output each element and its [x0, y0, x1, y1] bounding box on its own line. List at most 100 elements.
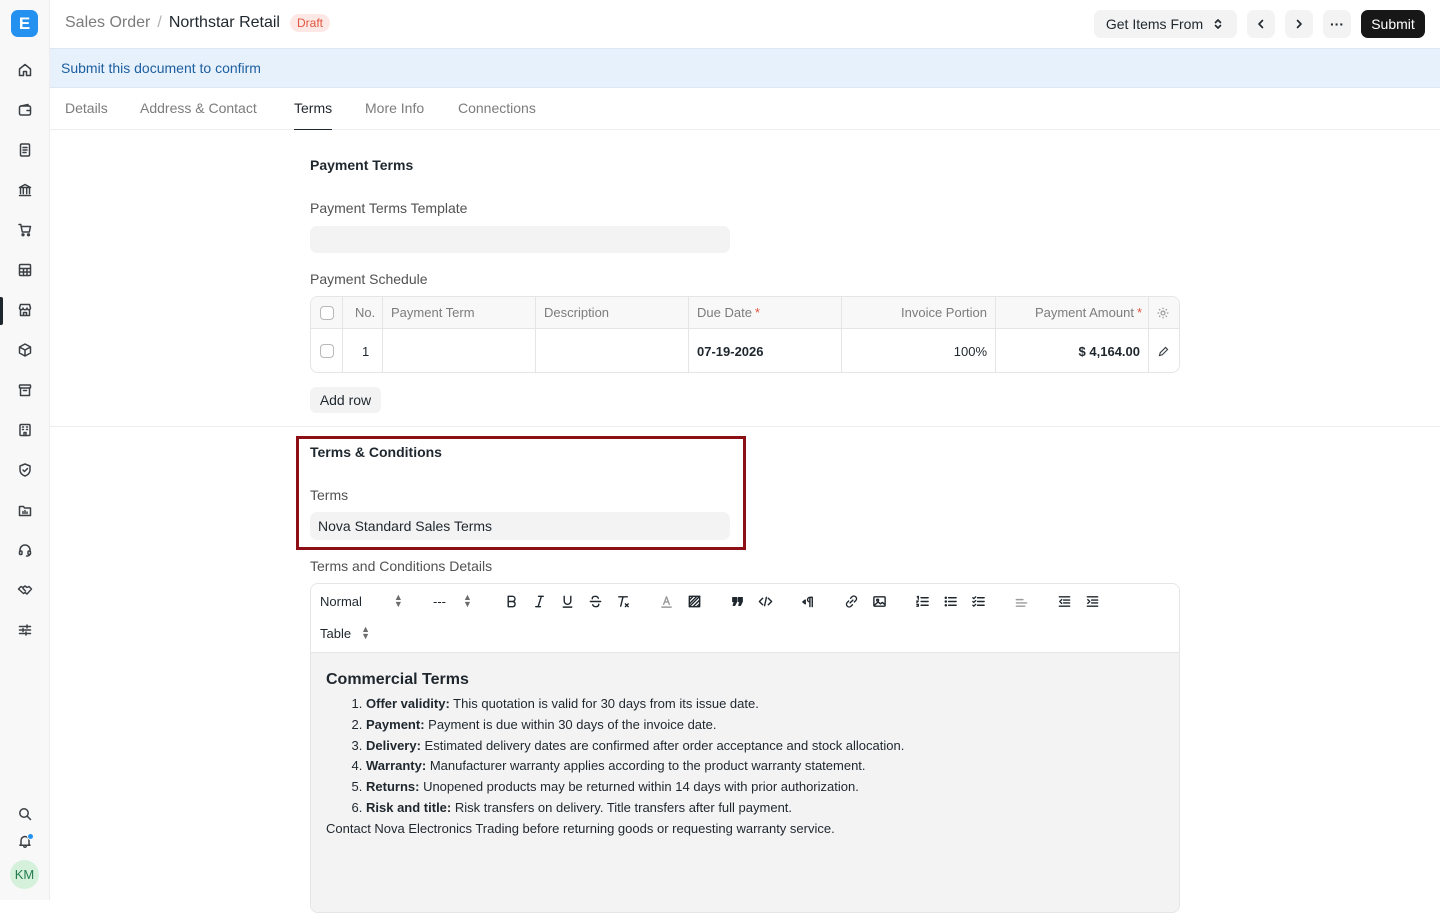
archive-icon[interactable] [12, 377, 38, 403]
more-actions-button[interactable]: ··· [1323, 10, 1351, 38]
strikethrough-icon[interactable] [586, 592, 604, 610]
home-icon[interactable] [12, 57, 38, 83]
tab-address-contact[interactable]: Address & Contact [140, 100, 257, 130]
notification-dot [27, 833, 34, 840]
form-tabs: Details Address & Contact Terms More Inf… [50, 88, 1440, 130]
bullet-list-icon[interactable] [941, 592, 959, 610]
payment-schedule-table: No. Payment Term Description Due Date * I… [310, 296, 1180, 373]
list-item: Offer validity: This quotation is valid … [366, 694, 1164, 715]
chevron-updown-icon: ▲ ▼ [393, 592, 403, 609]
submit-label: Submit [1371, 16, 1415, 32]
tab-details[interactable]: Details [65, 100, 108, 130]
breadcrumb-separator: / [157, 14, 162, 31]
payment-schedule-label: Payment Schedule [310, 271, 428, 287]
table-row[interactable]: 1 07-19-2026 100% $ 4,164.00 [311, 329, 1179, 372]
ordered-list-icon[interactable] [913, 592, 931, 610]
tab-terms[interactable]: Terms [294, 100, 333, 130]
chevron-updown-icon: ▲ ▼ [361, 624, 370, 641]
next-record-button[interactable] [1285, 10, 1313, 38]
text-color-icon[interactable] [657, 592, 675, 610]
bank-icon[interactable] [12, 177, 38, 203]
column-divider [535, 297, 536, 372]
add-row-button[interactable]: Add row [310, 387, 381, 413]
column-header-no: No. [355, 305, 376, 320]
paragraph-style-select[interactable]: Normal ▲ ▼ [320, 593, 403, 609]
list-item-text: This quotation is valid for 30 days from… [449, 696, 759, 711]
cell-invoice-portion[interactable]: 100% [844, 329, 987, 372]
sidebar-active-indicator [0, 297, 3, 325]
list-item-text: Estimated delivery dates are confirmed a… [420, 737, 905, 753]
blockquote-icon[interactable] [728, 592, 746, 610]
wallet-icon[interactable] [12, 97, 38, 123]
user-avatar[interactable]: KM [10, 860, 39, 889]
underline-icon[interactable] [558, 592, 576, 610]
store-icon[interactable] [12, 297, 38, 323]
code-icon[interactable] [756, 592, 774, 610]
payment-terms-section-title: Payment Terms [310, 157, 414, 173]
folder-chart-icon[interactable] [12, 497, 38, 523]
table-icon[interactable] [12, 257, 38, 283]
package-icon[interactable] [12, 337, 38, 363]
column-settings-icon[interactable] [1156, 297, 1170, 328]
breadcrumb: Sales Order / Northstar Retail Draft [65, 14, 330, 32]
sliders-icon[interactable] [12, 617, 38, 643]
cell-due-date[interactable]: 07-19-2026 [697, 329, 764, 372]
building-icon[interactable] [12, 417, 38, 443]
submit-button[interactable]: Submit [1361, 10, 1425, 38]
payment-terms-template-input[interactable] [310, 226, 730, 253]
list-item-term: Risk and title: [366, 799, 452, 815]
terms-conditions-section-title: Terms & Conditions [310, 444, 442, 460]
column-header-payment-term: Payment Term [391, 305, 475, 320]
section-divider [50, 426, 1440, 427]
search-icon[interactable] [12, 801, 38, 827]
terms-input[interactable]: Nova Standard Sales Terms [310, 512, 730, 540]
info-banner: Submit this document to confirm [50, 48, 1440, 88]
payment-amount-header-label: Payment Amount [1034, 305, 1134, 320]
link-icon[interactable] [842, 592, 860, 610]
align-icon[interactable] [1012, 592, 1030, 610]
edit-row-icon[interactable] [1157, 329, 1170, 372]
chevron-left-icon [1258, 19, 1264, 29]
column-divider [688, 297, 689, 372]
indent-icon[interactable] [1083, 592, 1101, 610]
font-size-select[interactable]: --- ▲ ▼ [433, 593, 472, 609]
handshake-icon[interactable] [12, 577, 38, 603]
table-menu[interactable]: Table ▲ ▼ [320, 625, 370, 641]
app-logo[interactable]: E [11, 10, 38, 37]
italic-icon[interactable] [530, 592, 548, 610]
outdent-icon[interactable] [1055, 592, 1073, 610]
cart-icon[interactable] [12, 217, 38, 243]
list-item-term: Warranty: [366, 758, 427, 774]
banner-text: Submit this document to confirm [61, 60, 261, 76]
column-divider [1148, 297, 1149, 372]
cell-payment-amount[interactable]: $ 4,164.00 [997, 329, 1140, 372]
headset-icon[interactable] [12, 537, 38, 563]
column-header-payment-amount: Payment Amount * [997, 297, 1142, 328]
row-checkbox[interactable] [320, 329, 334, 372]
list-item-term: Returns: [366, 779, 420, 795]
list-item-text: Risk transfers on delivery. Title transf… [451, 799, 793, 815]
clear-format-icon[interactable] [614, 592, 632, 610]
list-item-text: Manufacturer warranty applies according … [426, 758, 866, 774]
background-color-icon[interactable] [685, 592, 703, 610]
breadcrumb-parent[interactable]: Sales Order [65, 14, 150, 32]
checklist-icon[interactable] [969, 592, 987, 610]
shield-icon[interactable] [12, 457, 38, 483]
tab-more-info[interactable]: More Info [365, 100, 424, 130]
select-all-checkbox[interactable] [320, 297, 334, 328]
image-icon[interactable] [870, 592, 888, 610]
table-menu-label: Table [320, 625, 352, 641]
required-mark: * [1136, 305, 1142, 320]
column-divider [342, 297, 343, 372]
tab-connections[interactable]: Connections [458, 100, 536, 130]
get-items-from-button[interactable]: Get Items From [1094, 10, 1237, 38]
text-direction-icon[interactable] [799, 592, 817, 610]
bold-icon[interactable] [502, 592, 520, 610]
list-item-text: Unopened products may be returned within… [419, 779, 859, 795]
row-number: 1 [362, 343, 370, 359]
paragraph-style-value: Normal [320, 593, 362, 609]
editor-content[interactable]: Commercial Terms Offer validity: This qu… [311, 653, 1179, 912]
document-icon[interactable] [12, 137, 38, 163]
previous-record-button[interactable] [1247, 10, 1275, 38]
bell-icon[interactable] [12, 828, 38, 854]
